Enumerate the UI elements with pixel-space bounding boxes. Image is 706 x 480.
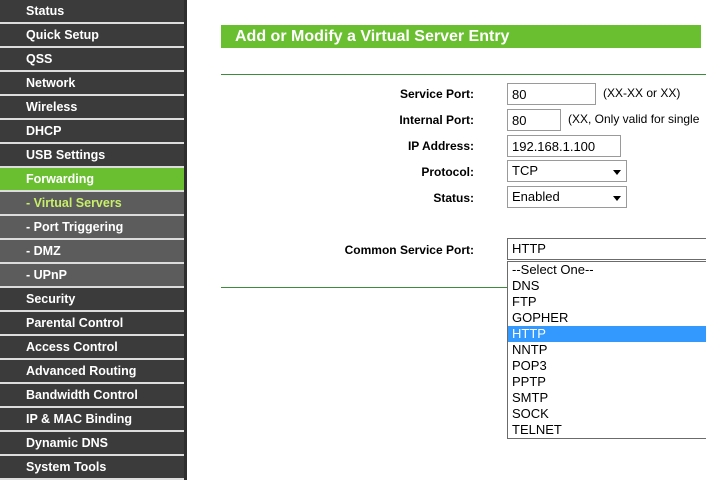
sidebar-item-ip-mac-binding[interactable]: IP & MAC Binding xyxy=(0,408,184,430)
common-service-port-label: Common Service Port: xyxy=(344,243,474,257)
sidebar-item-forwarding[interactable]: Forwarding xyxy=(0,168,184,190)
dropdown-option-telnet[interactable]: TELNET xyxy=(508,422,706,438)
sidebar-item-quick-setup[interactable]: Quick Setup xyxy=(0,24,184,46)
protocol-select[interactable]: TCP xyxy=(507,160,627,182)
sidebar-item-parental-control[interactable]: Parental Control xyxy=(0,312,184,334)
ip-address-label: IP Address: xyxy=(407,139,474,153)
status-select[interactable]: Enabled xyxy=(507,186,627,208)
main-content: Add or Modify a Virtual Server Entry Ser… xyxy=(187,0,706,480)
status-select-value: Enabled xyxy=(512,189,560,204)
dropdown-option-pop3[interactable]: POP3 xyxy=(508,358,706,374)
common-service-port-dropdown: --Select One-- DNS FTP GOPHER HTTP NNTP … xyxy=(507,261,706,439)
protocol-label: Protocol: xyxy=(421,165,474,179)
bottom-divider xyxy=(221,287,507,288)
internal-port-hint: (XX, Only valid for single xyxy=(568,112,700,126)
chevron-down-icon xyxy=(613,170,621,175)
internal-port-input[interactable] xyxy=(507,109,561,131)
dropdown-option-dns[interactable]: DNS xyxy=(508,278,706,294)
sidebar-item-usb-settings[interactable]: USB Settings xyxy=(0,144,184,166)
sidebar: Status Quick Setup QSS Network Wireless … xyxy=(0,0,184,480)
sidebar-item-status[interactable]: Status xyxy=(0,0,184,22)
dropdown-option-nntp[interactable]: NNTP xyxy=(508,342,706,358)
common-service-port-select[interactable]: HTTP xyxy=(507,238,706,260)
sidebar-item-security[interactable]: Security xyxy=(0,288,184,310)
service-port-label: Service Port: xyxy=(399,87,474,101)
status-label: Status: xyxy=(433,191,474,205)
sidebar-item-bandwidth-control[interactable]: Bandwidth Control xyxy=(0,384,184,406)
dropdown-option-sock[interactable]: SOCK xyxy=(508,406,706,422)
dropdown-option-http[interactable]: HTTP xyxy=(508,326,706,342)
protocol-select-value: TCP xyxy=(512,163,538,178)
sidebar-item-dynamic-dns[interactable]: Dynamic DNS xyxy=(0,432,184,454)
sidebar-item-dmz[interactable]: - DMZ xyxy=(0,240,184,262)
top-divider xyxy=(221,74,706,75)
sidebar-item-wireless[interactable]: Wireless xyxy=(0,96,184,118)
sidebar-item-qss[interactable]: QSS xyxy=(0,48,184,70)
service-port-input[interactable] xyxy=(507,83,596,105)
sidebar-item-network[interactable]: Network xyxy=(0,72,184,94)
page-title: Add or Modify a Virtual Server Entry xyxy=(221,25,701,48)
sidebar-item-access-control[interactable]: Access Control xyxy=(0,336,184,358)
common-service-port-value: HTTP xyxy=(512,241,546,256)
ip-address-input[interactable] xyxy=(507,135,621,157)
dropdown-option-select-one[interactable]: --Select One-- xyxy=(508,262,706,278)
sidebar-item-advanced-routing[interactable]: Advanced Routing xyxy=(0,360,184,382)
chevron-down-icon xyxy=(613,196,621,201)
dropdown-option-smtp[interactable]: SMTP xyxy=(508,390,706,406)
service-port-hint: (XX-XX or XX) xyxy=(603,86,681,100)
sidebar-item-dhcp[interactable]: DHCP xyxy=(0,120,184,142)
dropdown-option-pptp[interactable]: PPTP xyxy=(508,374,706,390)
sidebar-item-port-triggering[interactable]: - Port Triggering xyxy=(0,216,184,238)
dropdown-option-gopher[interactable]: GOPHER xyxy=(508,310,706,326)
sidebar-item-upnp[interactable]: - UPnP xyxy=(0,264,184,286)
sidebar-item-system-tools[interactable]: System Tools xyxy=(0,456,184,478)
internal-port-label: Internal Port: xyxy=(399,113,474,127)
dropdown-option-ftp[interactable]: FTP xyxy=(508,294,706,310)
sidebar-item-virtual-servers[interactable]: - Virtual Servers xyxy=(0,192,184,214)
